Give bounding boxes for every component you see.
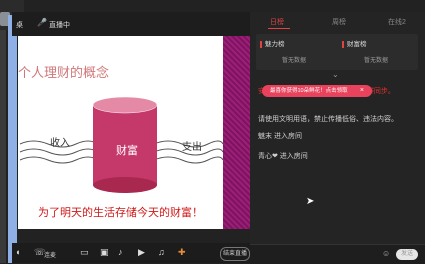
gift-toast-text: 最喜你获得10朵鲜花！点击领取 <box>270 88 348 94</box>
topbar-close-text[interactable]: 桌 <box>16 20 23 30</box>
blue-scroll-bar[interactable] <box>8 15 17 263</box>
end-live-button[interactable]: 结束直播 <box>220 247 250 261</box>
close-icon[interactable]: × <box>360 85 364 97</box>
wealth-rank[interactable]: 财富榜 暂无数据 <box>342 38 422 64</box>
chat-message-join-1: 魅末 进入房间 <box>258 133 302 140</box>
music-icon[interactable]: ♫ <box>158 247 165 257</box>
drum-label: 财富 <box>116 145 138 157</box>
screen-icon[interactable]: ▭ <box>80 247 89 258</box>
income-label: 收入 <box>50 138 70 149</box>
expense-wave-3 <box>153 156 223 164</box>
slide-caption: 为了明天的生活存储今天的财富！ <box>38 207 203 219</box>
drum-top <box>92 96 158 114</box>
emoji-icon[interactable]: ☺ <box>382 249 390 258</box>
live-mic-icon: 🎤 <box>37 18 47 27</box>
income-wave-2 <box>19 148 99 156</box>
tab-weekly[interactable]: 周榜 <box>332 17 346 27</box>
rank-box: 魅力榜 暂无数据 财富榜 暂无数据 <box>256 34 418 70</box>
video-bottombar: ◖ ☏ 连麦 ▭ ▣ ♪ ▶ ♫ ✚ 结束直播 <box>12 243 250 263</box>
slide-side-decoration <box>223 36 250 229</box>
expense-label: 支出 <box>182 142 202 153</box>
chat-message-join-2: 青心❤ 进入房间 <box>258 153 308 160</box>
chat-message-rules: 请使用文明用语，禁止传播低俗、违法内容。 <box>258 116 398 123</box>
rank-tabs: 日榜 周榜 在线2 <box>250 12 425 30</box>
left-edge <box>0 0 6 263</box>
presentation-slide: 个人理财的概念 收入 支出 财富 为了明天的生活存储今天的财富！ <box>18 36 223 229</box>
camera-icon[interactable]: ▶ <box>138 247 145 258</box>
gift-toast[interactable]: 最喜你获得10朵鲜花！点击领取 × <box>262 85 372 97</box>
tab-underline <box>268 28 290 29</box>
wealth-rank-title: 财富榜 <box>347 41 367 48</box>
image-icon[interactable]: ▣ <box>100 247 109 258</box>
chevron-down-icon[interactable]: ⌄ <box>332 70 339 79</box>
lianmai-label[interactable]: 连麦 <box>44 250 56 259</box>
video-topbar: 桌 🎤 直播中 <box>12 12 250 36</box>
charm-rank-empty: 暂无数据 <box>282 58 307 64</box>
income-wave-3 <box>19 156 99 164</box>
right-panel: 日榜 周榜 在线2 魅力榜 暂无数据 财富榜 暂无数据 ⌄ 安全、规视房间文字请… <box>250 12 425 264</box>
gift-icon[interactable]: ✚ <box>178 247 186 258</box>
live-status: 直播中 <box>49 22 70 29</box>
charm-rank[interactable]: 魅力榜 暂无数据 <box>260 38 340 64</box>
drum-bottom <box>93 177 157 193</box>
slide-graphic <box>19 96 223 193</box>
send-button[interactable]: 发送 <box>396 249 418 260</box>
mouse-cursor-icon: ➤ <box>306 196 315 207</box>
charm-rank-title: 魅力榜 <box>265 41 285 48</box>
chat-input-bar[interactable]: ☺ 发送 <box>250 244 425 264</box>
wealth-rank-empty: 暂无数据 <box>364 58 389 64</box>
mic-icon[interactable]: ♪ <box>118 247 123 257</box>
tab-online[interactable]: 在线2 <box>388 17 406 27</box>
tab-daily[interactable]: 日榜 <box>270 17 284 27</box>
volume-icon[interactable]: ◖ <box>15 247 20 257</box>
